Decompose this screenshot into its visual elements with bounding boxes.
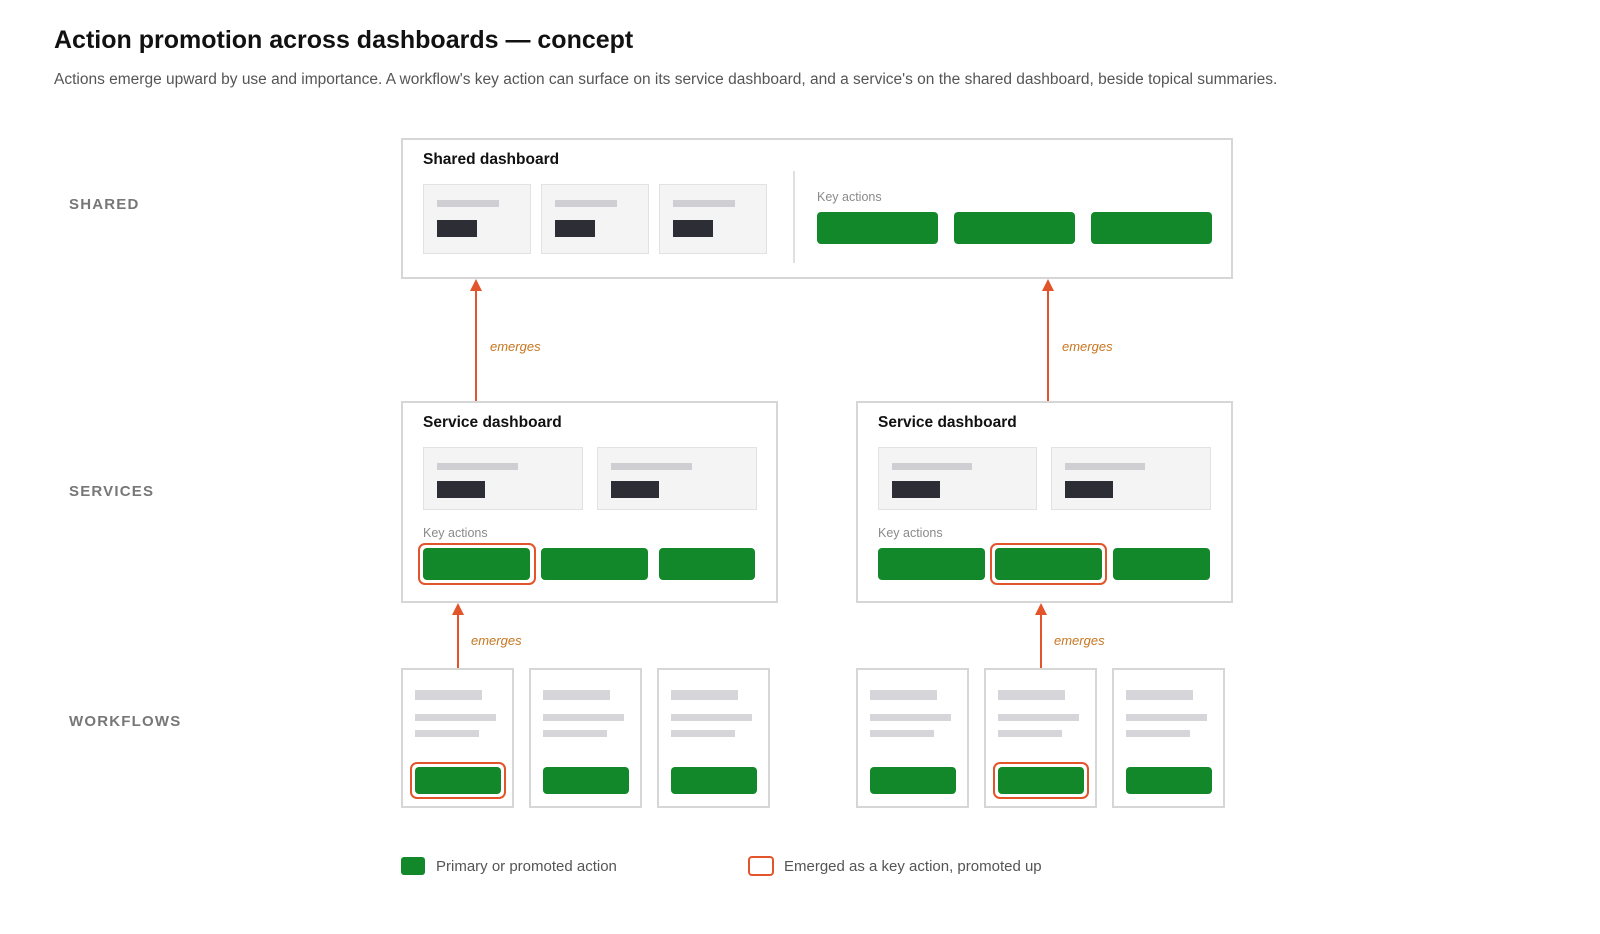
legend-primary-label: Primary or promoted action [436,858,617,875]
arrow-label-emerges: emerges [1054,633,1105,648]
arrow-label-emerges: emerges [1062,339,1113,354]
arrow-service-to-shared-left [470,279,482,401]
arrow-label-emerges: emerges [490,339,541,354]
arrow-label-emerges: emerges [471,633,522,648]
legend-outline-swatch [748,856,774,876]
legend-green-swatch [401,857,425,875]
legend-emerged-label: Emerged as a key action, promoted up [784,858,1042,875]
arrow-workflow-to-service-right [1035,603,1047,668]
arrow-service-to-shared-right [1042,279,1054,401]
arrows-layer [452,279,1054,668]
arrow-workflow-to-service-left [452,603,464,668]
